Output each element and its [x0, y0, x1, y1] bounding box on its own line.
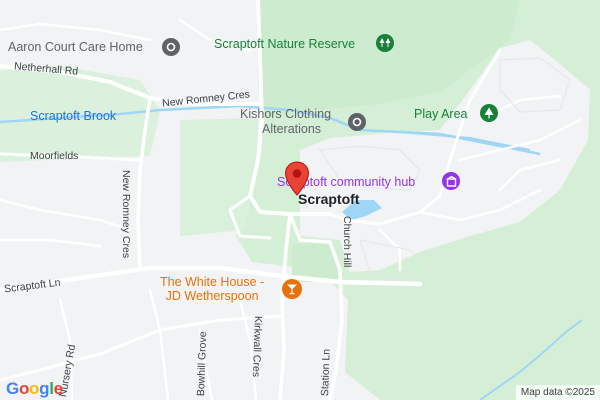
gray-dot-icon[interactable]	[162, 38, 180, 56]
gray-dot-icon[interactable]	[348, 113, 366, 131]
logo-letter-g2: g	[39, 379, 50, 398]
map-pin-icon[interactable]	[284, 161, 310, 197]
logo-letter-o1: o	[18, 379, 30, 398]
logo-letter-o2: o	[29, 379, 40, 398]
road-label-station-ln[interactable]: Station Ln	[319, 349, 333, 397]
poi-label-play-area[interactable]: Play Area	[414, 108, 468, 121]
map-canvas[interactable]: Scraptoft Aaron Court Care Home Scraptof…	[0, 0, 600, 400]
poi-label-care-home[interactable]: Aaron Court Care Home	[8, 41, 143, 54]
poi-label-clothing-line1[interactable]: Kishors Clothing	[240, 108, 331, 121]
poi-label-clothing-line2[interactable]: Alterations	[262, 123, 321, 136]
poi-label-white-house[interactable]: The White House - JD Wetherspoon	[160, 275, 264, 304]
poi-label-white-house-line1: The White House -	[160, 275, 265, 289]
road-label-moorfields[interactable]: Moorfields	[30, 151, 78, 162]
community-icon[interactable]	[442, 172, 460, 190]
google-logo[interactable]: Google	[6, 379, 63, 399]
cocktail-icon[interactable]	[282, 279, 302, 299]
park-central	[180, 118, 258, 236]
map-attribution[interactable]: Map data ©2025	[515, 385, 600, 400]
trees-icon[interactable]	[376, 34, 394, 52]
road-label-church-hill[interactable]: Church Hill	[341, 216, 353, 267]
poi-label-white-house-line2: JD Wetherspoon	[165, 289, 259, 304]
logo-letter-e: e	[53, 379, 63, 398]
tree-icon[interactable]	[480, 104, 498, 122]
road-label-kirkwall-cres[interactable]: Kirkwall Cres	[250, 316, 264, 378]
road-label-bowhill-grove[interactable]: Bowhill Grove	[195, 331, 209, 396]
water-label-brook[interactable]: Scraptoft Brook	[30, 110, 116, 123]
logo-letter-g1: G	[6, 379, 19, 398]
road-label-new-romney-side[interactable]: New Romney Cres	[120, 170, 132, 258]
poi-label-nature-reserve[interactable]: Scraptoft Nature Reserve	[214, 38, 355, 51]
